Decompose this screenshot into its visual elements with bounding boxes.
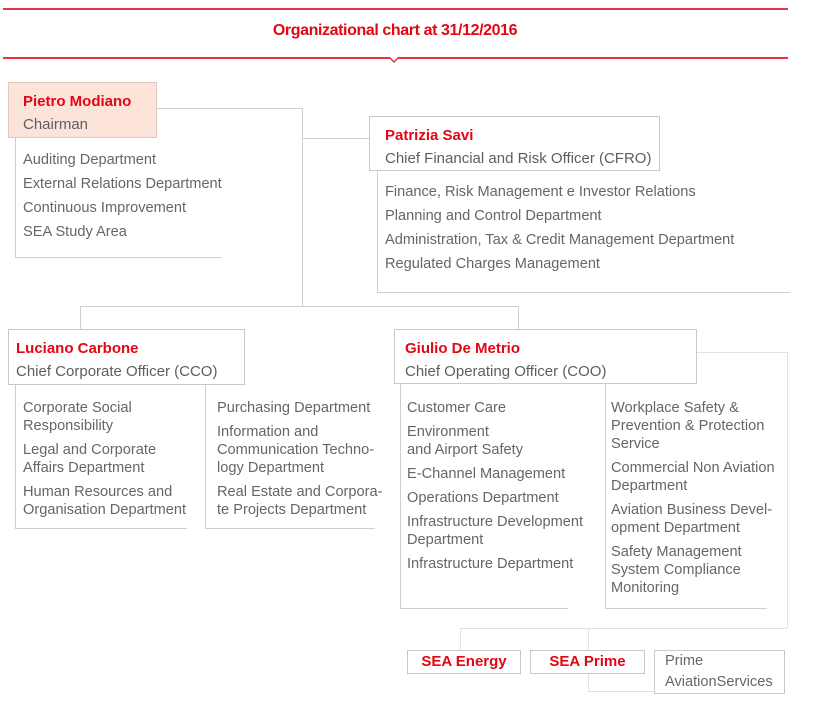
sea-energy-connector — [460, 628, 461, 650]
department-item: Environment and Airport Safety — [407, 424, 524, 458]
coo-dept-right-bottom — [605, 608, 767, 609]
sea-energy-box: SEA Energy — [407, 650, 521, 674]
department-item: Real Estate and Corpora- te Projects Dep… — [217, 484, 383, 518]
subsidiary-connector-right — [787, 352, 788, 628]
subsidiary-connector-bottom — [460, 628, 787, 629]
coo-box: Giulio De Metrio Chief Operating Officer… — [394, 329, 697, 384]
header-top-rule — [3, 8, 788, 10]
department-item: Infrastructure Development Department — [407, 514, 584, 548]
department-item: Administration, Tax & Credit Management … — [385, 232, 735, 248]
prime-aviation-connector — [588, 691, 654, 692]
cco-box: Luciano Carbone Chief Corporate Officer … — [8, 329, 245, 385]
department-item: Commercial Non Aviation Department — [611, 460, 775, 494]
department-item: Auditing Department — [23, 152, 157, 168]
subsidiary-connector-top — [697, 352, 787, 353]
department-item: Safety Management System Compliance Moni… — [611, 544, 742, 596]
coo-dept-left-bottom — [400, 608, 568, 609]
coo-dept-left-border — [400, 384, 401, 608]
department-item: Finance, Risk Management e Investor Rela… — [385, 184, 696, 200]
chairman-dept-left-border — [15, 138, 16, 257]
cfro-name: Patrizia Savi — [385, 127, 474, 144]
department-item: Infrastructure Department — [407, 556, 574, 572]
chairman-dept-top-border — [157, 108, 302, 109]
chart-title: Organizational chart at 31/12/2016 — [272, 22, 518, 39]
department-item: Customer Care — [407, 400, 506, 416]
department-item: Continuous Improvement — [23, 200, 187, 216]
cco-name: Luciano Carbone — [16, 340, 139, 357]
chairman-departments: Auditing Department External Relations D… — [23, 151, 222, 247]
cfro-dept-left-border — [377, 171, 378, 292]
prime-aviation-services-label: Prime AviationServices — [665, 653, 773, 690]
department-item: Corporate Social Responsibility — [23, 400, 132, 434]
chairman-name: Pietro Modiano — [23, 93, 132, 110]
department-item: External Relations Department — [23, 176, 222, 192]
department-item: E-Channel Management — [407, 466, 566, 482]
cco-departments-left: Corporate Social Responsibility Legal an… — [23, 399, 186, 525]
department-item: Information and Communication Techno- lo… — [217, 424, 375, 476]
branch-line — [80, 306, 518, 307]
chairman-box: Pietro Modiano Chairman — [8, 82, 157, 138]
cfro-connector — [302, 138, 369, 139]
cco-dept-left-bottom — [15, 528, 187, 529]
department-item: Planning and Control Department — [385, 208, 602, 224]
coo-departments-right: Workplace Safety & Prevention & Protecti… — [611, 399, 775, 603]
department-item: SEA Study Area — [23, 224, 127, 240]
cfro-role: Chief Financial and Risk Officer (CFRO) — [385, 150, 652, 167]
coo-name: Giulio De Metrio — [405, 340, 521, 357]
department-item: Workplace Safety & Prevention & Protecti… — [611, 400, 765, 452]
cco-dept-right-border — [205, 385, 206, 528]
coo-dept-right-border — [605, 384, 606, 608]
department-item: Human Resources and Organisation Departm… — [23, 484, 187, 518]
cfro-dept-bottom-border — [377, 292, 790, 293]
cco-connector — [80, 306, 81, 329]
cco-dept-left-border — [15, 385, 16, 528]
sea-prime-label: SEA Prime — [549, 653, 626, 670]
sea-energy-label: SEA Energy — [421, 653, 507, 670]
coo-connector — [518, 306, 519, 329]
cfro-box: Patrizia Savi Chief Financial and Risk O… — [369, 116, 660, 171]
prime-aviation-services-box: Prime AviationServices — [654, 650, 785, 694]
cco-role: Chief Corporate Officer (CCO) — [16, 363, 218, 380]
department-item: Legal and Corporate Affairs Department — [23, 442, 157, 476]
chairman-role: Chairman — [23, 116, 89, 133]
department-item: Aviation Business Devel- opment Departme… — [611, 502, 773, 536]
coo-departments-left: Customer Care Environment and Airport Sa… — [407, 399, 583, 579]
cfro-departments: Finance, Risk Management e Investor Rela… — [385, 183, 734, 279]
chairman-dept-bottom-border — [15, 257, 222, 258]
department-item: Regulated Charges Management — [385, 256, 600, 272]
cco-departments-right: Purchasing Department Information and Co… — [217, 399, 382, 525]
department-item: Purchasing Department — [217, 400, 371, 416]
coo-role: Chief Operating Officer (COO) — [405, 363, 607, 380]
cco-dept-right-bottom — [205, 528, 375, 529]
sea-prime-box: SEA Prime — [530, 650, 645, 674]
department-item: Operations Department — [407, 490, 559, 506]
